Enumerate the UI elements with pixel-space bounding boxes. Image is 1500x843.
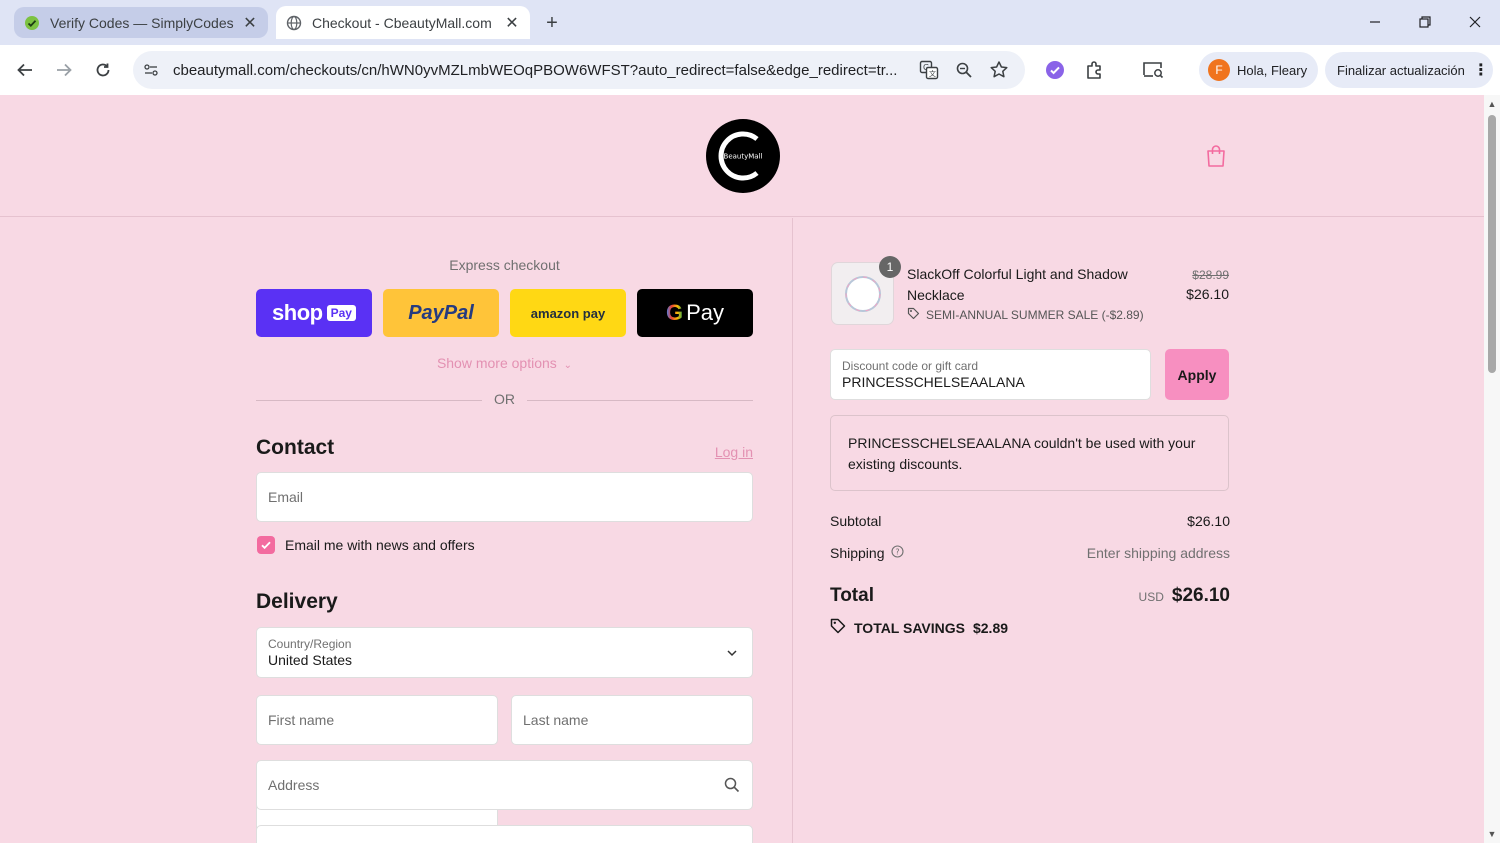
or-divider: OR (256, 391, 753, 411)
zoom-icon[interactable] (953, 59, 975, 81)
url-text[interactable]: cbeautymall.com/checkouts/cn/hWN0yvMZLmb… (173, 62, 908, 79)
google-g-icon: G (665, 300, 684, 325)
checkout-page: BeautyMall Express checkout shop Pay Pay… (0, 95, 1484, 843)
discount-code-input[interactable]: Discount code or gift card PRINCESSCHELS… (830, 349, 1151, 400)
close-window-icon[interactable] (1460, 8, 1490, 36)
discount-error-message: PRINCESSCHELSEAALANA couldn't be used wi… (830, 415, 1229, 491)
last-name-field[interactable]: Last name (511, 695, 753, 745)
newsletter-checkbox[interactable] (257, 536, 275, 554)
original-price: $28.99 (1192, 268, 1229, 282)
first-name-field[interactable]: First name (256, 695, 498, 745)
tab-checkout[interactable]: Checkout - CbeautyMall.com ✕ (276, 6, 530, 39)
svg-text:?: ? (895, 548, 899, 557)
close-tab-icon[interactable]: ✕ (240, 13, 260, 33)
new-tab-button[interactable]: + (540, 11, 564, 35)
close-tab-icon[interactable]: ✕ (502, 13, 522, 33)
total-row: Total USD $26.10 (830, 585, 1230, 606)
forward-icon[interactable] (49, 55, 79, 85)
delivery-title: Delivery (256, 590, 338, 613)
scroll-down-icon[interactable]: ▼ (1487, 829, 1497, 839)
subtotal-row: Subtotal $26.10 (830, 513, 1230, 529)
checkout-form: Express checkout shop Pay PayPal amazon … (0, 218, 792, 843)
amazon-pay-button[interactable]: amazon pay (510, 289, 626, 337)
product-name: SlackOff Colorful Light and Shadow Neckl… (907, 266, 1128, 303)
tag-icon (830, 618, 846, 637)
express-checkout-label: Express checkout (449, 257, 560, 273)
total-savings: TOTAL SAVINGS $2.89 (830, 618, 1008, 637)
apartment-field[interactable] (256, 825, 753, 843)
show-more-options-link[interactable]: Show more options ⌄ (256, 355, 753, 371)
order-summary: 1 SlackOff Colorful Light and Shadow Nec… (792, 218, 1484, 843)
svg-text:文: 文 (929, 69, 936, 78)
tab-title: Checkout - CbeautyMall.com (312, 14, 492, 31)
bookmark-star-icon[interactable] (988, 59, 1010, 81)
newsletter-checkbox-row[interactable]: Email me with news and offers (257, 536, 475, 554)
help-icon[interactable]: ? (890, 545, 904, 561)
tab-title: Verify Codes — SimplyCodes (50, 14, 234, 31)
svg-text:BeautyMall: BeautyMall (724, 153, 763, 161)
update-button[interactable]: Finalizar actualización ⋮ (1325, 52, 1493, 88)
back-icon[interactable] (10, 55, 40, 85)
restore-icon[interactable] (1410, 8, 1440, 36)
country-select[interactable]: Country/Region United States (256, 627, 753, 678)
apply-button[interactable]: Apply (1165, 349, 1229, 400)
store-logo[interactable]: BeautyMall (706, 119, 780, 193)
translate-icon[interactable]: G文 (918, 59, 940, 81)
store-header: BeautyMall (0, 95, 1484, 217)
extension-simplycodes-icon[interactable] (1042, 57, 1068, 83)
reload-icon[interactable] (88, 55, 118, 85)
page-scrollbar[interactable]: ▲ ▼ (1484, 95, 1500, 843)
shipping-row: Shipping ? Enter shipping address (830, 545, 1230, 561)
paypal-button[interactable]: PayPal (383, 289, 499, 337)
tag-icon (907, 307, 920, 323)
globe-icon (286, 15, 302, 31)
update-label: Finalizar actualización (1337, 62, 1465, 78)
tab-verify-codes[interactable]: Verify Codes — SimplyCodes ✕ (14, 7, 268, 38)
google-pay-button[interactable]: G Pay (637, 289, 753, 337)
site-settings-icon[interactable] (141, 60, 161, 80)
contact-title: Contact (256, 436, 335, 459)
avatar: F (1208, 59, 1230, 81)
profile-label: Hola, Fleary (1237, 62, 1308, 78)
sale-price: $26.10 (1186, 286, 1229, 302)
browser-tab-strip: Verify Codes — SimplyCodes ✕ Checkout - … (0, 0, 1500, 45)
profile-button[interactable]: F Hola, Fleary (1199, 52, 1318, 88)
menu-dots-icon[interactable]: ⋮ (1473, 60, 1489, 80)
quantity-badge: 1 (879, 256, 901, 278)
scrollbar-thumb[interactable] (1488, 115, 1496, 373)
log-in-link[interactable]: Log in (690, 444, 753, 460)
extensions-puzzle-icon[interactable] (1082, 57, 1108, 83)
minimize-icon[interactable] (1360, 8, 1390, 36)
email-field[interactable]: Email (256, 472, 753, 522)
chevron-down-icon: ⌄ (563, 360, 573, 371)
browser-toolbar: cbeautymall.com/checkouts/cn/hWN0yvMZLmb… (0, 45, 1500, 95)
search-icon (724, 777, 740, 798)
simplycodes-icon (24, 15, 40, 31)
chevron-down-icon (726, 646, 738, 664)
address-field[interactable]: Address (256, 760, 753, 810)
scroll-up-icon[interactable]: ▲ (1487, 99, 1497, 109)
cart-icon[interactable] (1204, 143, 1228, 169)
media-cast-icon[interactable] (1140, 57, 1166, 83)
product-discount: SEMI-ANNUAL SUMMER SALE (-$2.89) (907, 307, 1144, 323)
newsletter-label: Email me with news and offers (285, 537, 475, 553)
shop-pay-button[interactable]: shop Pay (256, 289, 372, 337)
address-bar[interactable]: cbeautymall.com/checkouts/cn/hWN0yvMZLmb… (133, 51, 1025, 89)
